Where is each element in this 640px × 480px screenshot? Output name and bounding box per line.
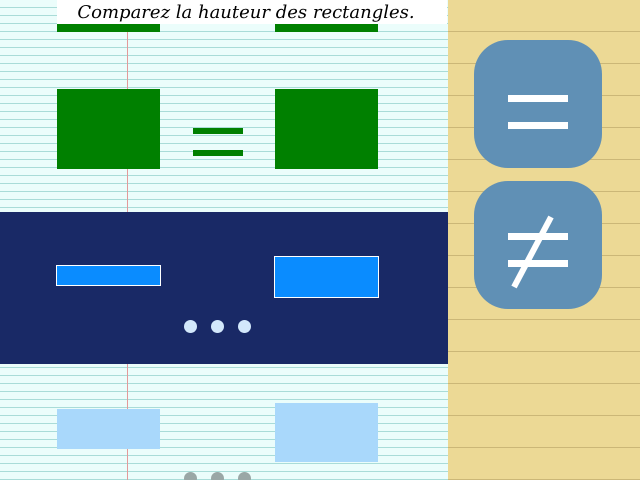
equals-sign-icon: [508, 95, 568, 129]
upcoming-ellipsis-icon: [184, 472, 197, 480]
instruction-text: Comparez la hauteur des rectangles.: [77, 2, 415, 23]
not-equal-button[interactable]: [474, 181, 602, 309]
ellipsis-icon: [184, 320, 197, 333]
solved-row-left-rectangle: [57, 89, 160, 169]
ellipsis-icon-dot-2: [211, 320, 224, 333]
upcoming-row-left-rectangle: [57, 409, 160, 449]
current-question-row: [0, 212, 448, 364]
upcoming-ellipsis-icon-dot-3: [238, 472, 251, 480]
current-right-rectangle: [274, 256, 379, 298]
solved-row-right-rectangle: [275, 89, 378, 169]
upcoming-ellipsis-icon-dot-2: [211, 472, 224, 480]
equal-button[interactable]: [474, 40, 602, 168]
equals-sign-icon: [193, 128, 243, 134]
not-equal-sign-icon: [508, 215, 568, 289]
upcoming-row-right-rectangle: [275, 403, 378, 462]
game-screen: Comparez la hauteur des rectangles.: [0, 0, 640, 480]
ellipsis-icon-dot-3: [238, 320, 251, 333]
previous-row-left-rectangle: [57, 24, 160, 32]
previous-row-right-rectangle: [275, 24, 378, 32]
current-left-rectangle: [56, 265, 161, 286]
equals-sign-icon-lower-bar: [193, 150, 243, 156]
exercise-notebook: Comparez la hauteur des rectangles.: [0, 0, 448, 480]
